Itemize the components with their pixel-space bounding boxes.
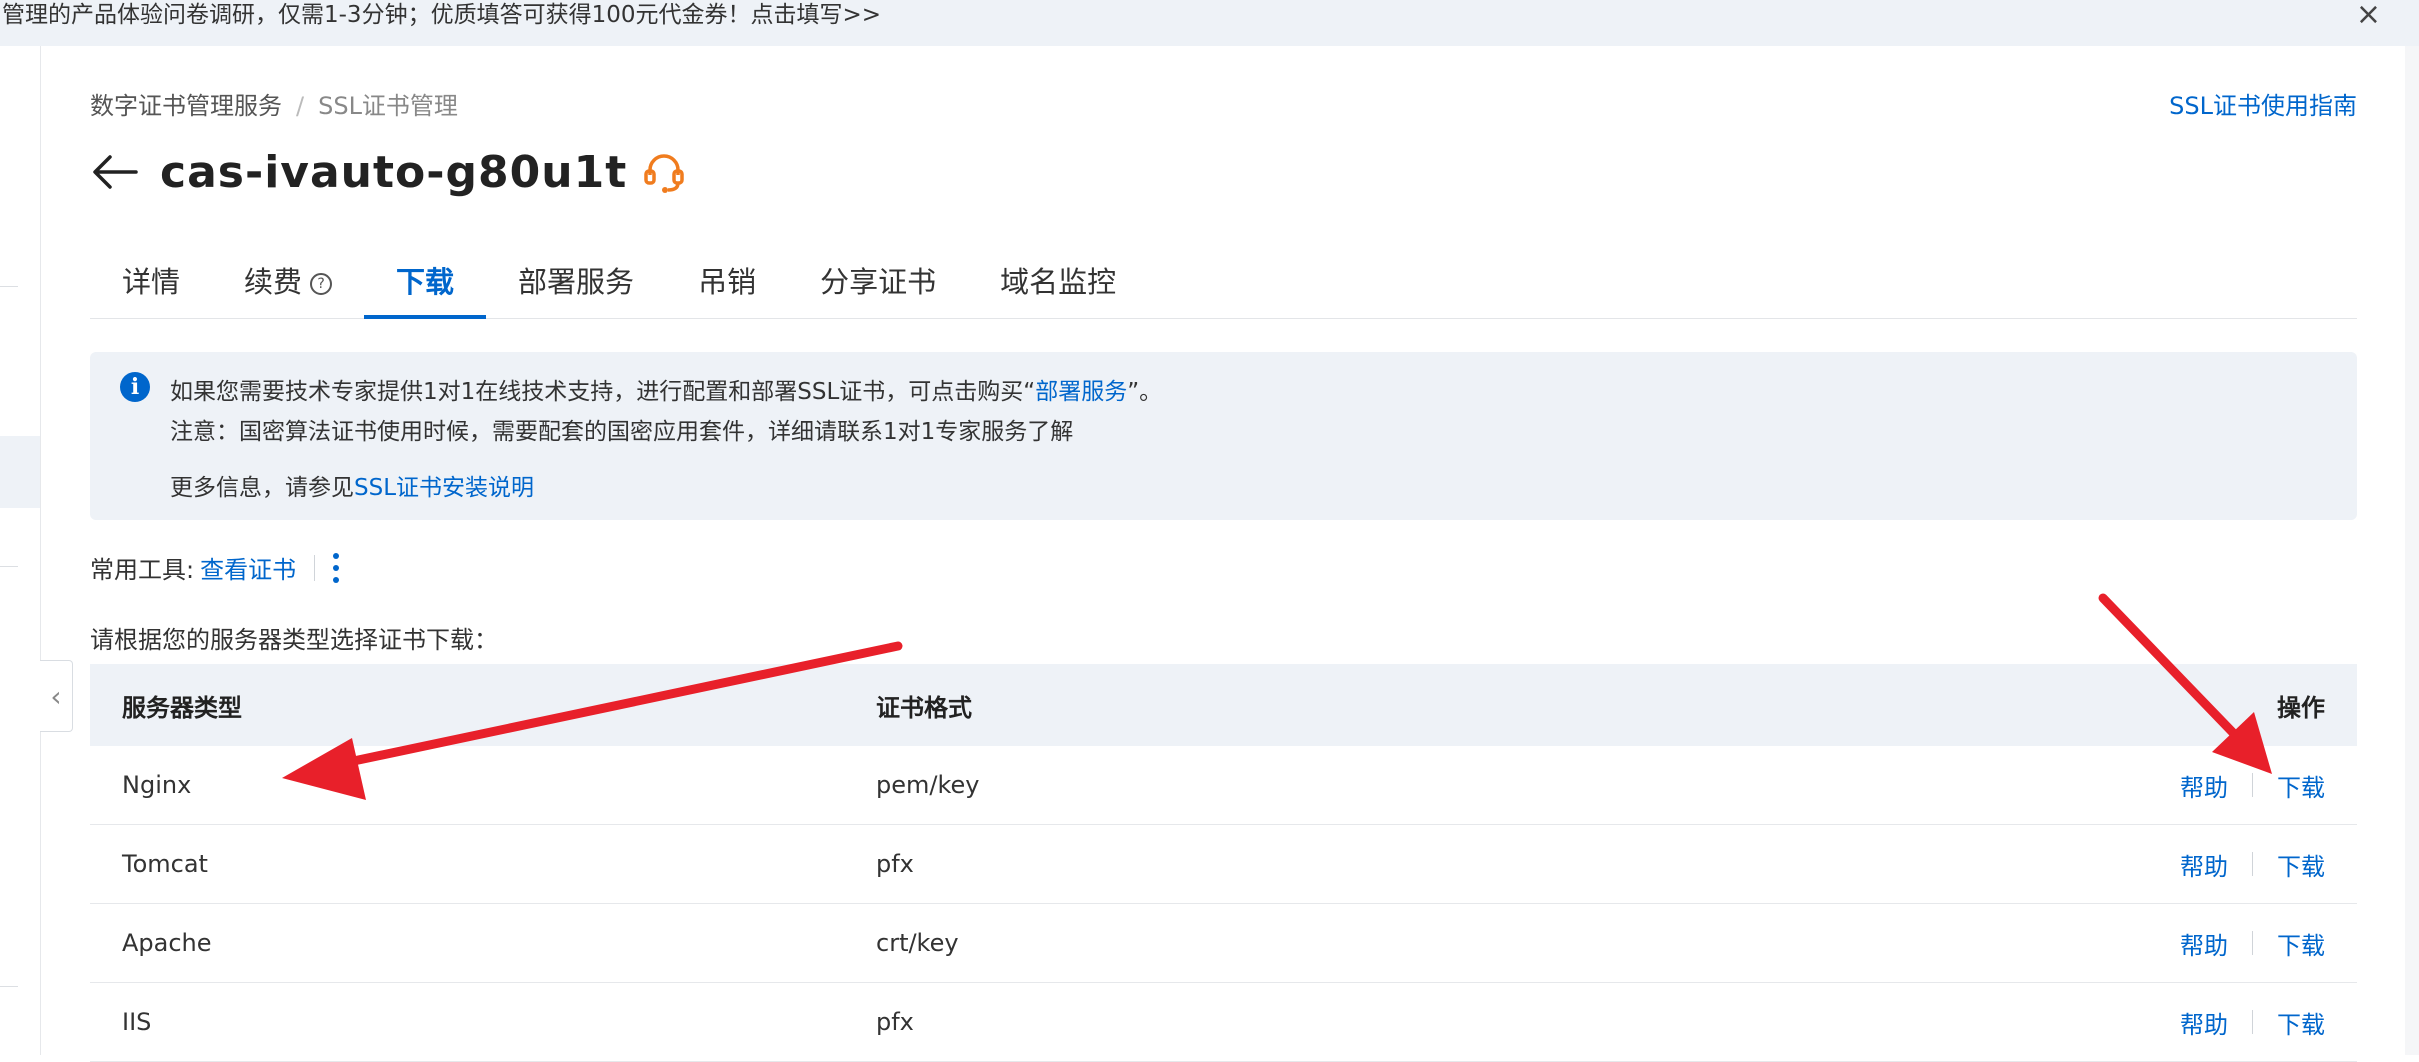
- back-arrow-icon[interactable]: [90, 152, 140, 192]
- chevron-left-icon: ‹: [50, 679, 62, 713]
- tab-share-cert[interactable]: 分享证书: [788, 246, 968, 318]
- info-icon: i: [120, 372, 150, 402]
- help-link[interactable]: 帮助: [2180, 1005, 2228, 1040]
- divider: [2252, 1010, 2253, 1034]
- view-certificate-link[interactable]: 查看证书: [200, 550, 296, 585]
- table-row: IIS pfx 帮助 下载: [90, 983, 2357, 1062]
- page-header: cas-ivauto-g80u1t: [90, 142, 687, 202]
- row-actions: 帮助 下载: [2180, 926, 2325, 961]
- info-notice: i 如果您需要技术专家提供1对1在线技术支持，进行配置和部署SSL证书，可点击购…: [90, 352, 2357, 520]
- help-circle-icon[interactable]: ?: [310, 273, 333, 295]
- server-type: Apache: [122, 929, 212, 957]
- cert-format: pfx: [876, 1008, 914, 1036]
- tab-label: 续费: [244, 265, 303, 299]
- breadcrumb-current[interactable]: SSL证书管理: [318, 92, 458, 120]
- download-link[interactable]: 下载: [2277, 926, 2325, 961]
- sidebar-active-item[interactable]: [0, 436, 40, 508]
- divider: [2252, 773, 2253, 797]
- common-tools: 常用工具: 查看证书: [90, 550, 340, 585]
- tab-label: 详情: [122, 265, 181, 299]
- breadcrumb-separator: /: [296, 92, 305, 120]
- divider: [2252, 852, 2253, 876]
- sidebar-divider: [0, 286, 18, 287]
- download-link[interactable]: 下载: [2277, 1005, 2325, 1040]
- server-type: IIS: [122, 1008, 152, 1036]
- tab-label: 域名监控: [1000, 265, 1117, 299]
- tab-domain-monitor[interactable]: 域名监控: [968, 246, 1148, 318]
- divider: [2252, 931, 2253, 955]
- column-header-server: 服务器类型: [122, 693, 242, 722]
- cert-format: pem/key: [876, 771, 980, 799]
- notice-text: 如果您需要技术专家提供1对1在线技术支持，进行配置和部署SSL证书，可点击购买“: [170, 379, 1036, 405]
- notice-line-3: 更多信息，请参见SSL证书安装说明: [170, 468, 534, 502]
- download-link[interactable]: 下载: [2277, 847, 2325, 882]
- help-link[interactable]: 帮助: [2180, 768, 2228, 803]
- tab-deploy-service[interactable]: 部署服务: [486, 246, 666, 318]
- survey-banner-text[interactable]: 管理的产品体验问卷调研，仅需1-3分钟；优质填答可获得100元代金券！点击填写>…: [2, 2, 881, 28]
- deploy-service-link[interactable]: 部署服务: [1035, 379, 1127, 405]
- notice-line-1: 如果您需要技术专家提供1对1在线技术支持，进行配置和部署SSL证书，可点击购买“…: [170, 372, 1162, 406]
- tab-label: 部署服务: [518, 265, 635, 299]
- tab-bar: 详情 续费? 下载 部署服务 吊销 分享证书 域名监控: [90, 246, 2357, 319]
- download-link[interactable]: 下载: [2277, 768, 2325, 803]
- sidebar-collapsed: [0, 46, 41, 1055]
- server-type: Nginx: [122, 771, 192, 799]
- cert-format: pfx: [876, 850, 914, 878]
- sidebar-divider: [0, 566, 18, 567]
- help-link[interactable]: 帮助: [2180, 847, 2228, 882]
- more-vertical-icon[interactable]: [333, 552, 340, 583]
- notice-line-2: 注意：国密算法证书使用时候，需要配套的国密应用套件，详细请联系1对1专家服务了解: [170, 419, 1074, 445]
- table-row: Nginx pem/key 帮助 下载: [90, 746, 2357, 825]
- tab-revoke[interactable]: 吊销: [666, 246, 788, 318]
- scrollbar-track[interactable]: [2405, 46, 2419, 1055]
- cert-format: crt/key: [876, 929, 959, 957]
- column-header-actions: 操作: [2277, 693, 2325, 722]
- headset-icon[interactable]: [641, 149, 687, 195]
- tools-label: 常用工具:: [90, 556, 195, 584]
- close-icon[interactable]: ×: [2356, 0, 2381, 30]
- divider: [314, 554, 316, 581]
- row-actions: 帮助 下载: [2180, 768, 2325, 803]
- tab-renew[interactable]: 续费?: [212, 246, 364, 318]
- row-actions: 帮助 下载: [2180, 1005, 2325, 1040]
- ssl-install-guide-link[interactable]: SSL证书安装说明: [354, 475, 534, 501]
- tab-label: 分享证书: [820, 265, 937, 299]
- download-table: 服务器类型 证书格式 操作 Nginx pem/key 帮助 下载 Tomcat…: [90, 664, 2357, 1062]
- sidebar-toggle-button[interactable]: ‹: [40, 660, 73, 732]
- tab-label: 下载: [396, 265, 455, 299]
- column-header-format: 证书格式: [876, 693, 972, 722]
- server-type: Tomcat: [122, 850, 208, 878]
- breadcrumb: 数字证书管理服务 / SSL证书管理: [90, 86, 458, 121]
- tab-label: 吊销: [698, 265, 757, 299]
- page-title: cas-ivauto-g80u1t: [160, 146, 628, 198]
- ssl-guide-link[interactable]: SSL证书使用指南: [2169, 86, 2357, 121]
- tab-details[interactable]: 详情: [90, 246, 212, 318]
- table-row: Tomcat pfx 帮助 下载: [90, 825, 2357, 904]
- table-row: Apache crt/key 帮助 下载: [90, 904, 2357, 983]
- notice-text: ”。: [1127, 379, 1163, 405]
- row-actions: 帮助 下载: [2180, 847, 2325, 882]
- help-link[interactable]: 帮助: [2180, 926, 2228, 961]
- select-server-tip: 请根据您的服务器类型选择证书下载：: [90, 626, 498, 654]
- notice-text: 更多信息，请参见: [170, 475, 354, 501]
- table-header: 服务器类型 证书格式 操作: [90, 664, 2357, 746]
- tab-download[interactable]: 下载: [364, 246, 487, 319]
- sidebar-divider: [0, 986, 18, 987]
- survey-banner[interactable]: 管理的产品体验问卷调研，仅需1-3分钟；优质填答可获得100元代金券！点击填写>…: [0, 0, 2419, 46]
- breadcrumb-parent[interactable]: 数字证书管理服务: [90, 92, 282, 120]
